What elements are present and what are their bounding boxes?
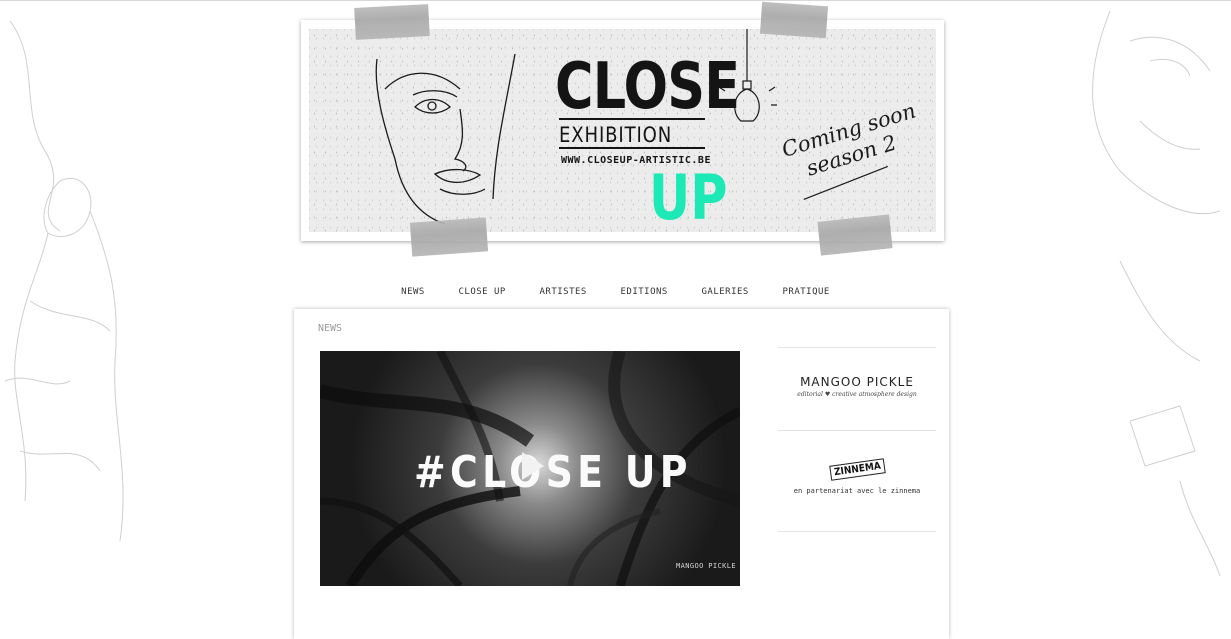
banner-paper: CLOSE EXHIBITION WWW.CLOSEUP-ARTISTIC.BE… — [309, 29, 936, 232]
title-exhibition: EXHIBITION — [559, 123, 673, 147]
header-banner: CLOSE EXHIBITION WWW.CLOSEUP-ARTISTIC.BE… — [301, 1, 944, 257]
title-close: CLOSE — [555, 50, 740, 124]
sidebar-divider-1 — [778, 347, 936, 348]
sponsor-zinnema: ZINNEMA en partenariat avec le zinnema — [778, 457, 936, 495]
nav-item-galeries[interactable]: GALERIES — [701, 287, 748, 297]
nav-item-news[interactable]: NEWS — [401, 287, 425, 297]
sponsor-mangoo-pickle-name: MANGOO PICKLE — [800, 375, 914, 389]
title-up: UP — [649, 161, 728, 234]
main-nav: NEWS CLOSE UP ARTISTES EDITIONS GALERIES… — [0, 279, 1231, 298]
face-drawing — [375, 53, 516, 225]
zinnema-caption: en partenariat avec le zinnema — [793, 487, 921, 495]
video-watermark: MANGOO PICKLE — [676, 562, 736, 570]
nav-item-artistes[interactable]: ARTISTES — [539, 287, 586, 297]
sponsor-mangoo-pickle-tagline: editorial ♥ creative atmosphere design — [797, 391, 917, 398]
section-title: NEWS — [318, 323, 343, 334]
tape-bottom-left — [409, 217, 489, 257]
sidebar-divider-3 — [778, 531, 936, 532]
video-overlay-title: #CLOSE UP — [414, 447, 692, 498]
nav-item-editions[interactable]: EDITIONS — [620, 287, 667, 297]
tape-top-right — [759, 1, 829, 39]
video-player[interactable]: #CLOSE UP MANGOO PICKLE — [320, 351, 740, 586]
nav-item-pratique[interactable]: PRATIQUE — [782, 287, 829, 297]
title-rule-top — [559, 118, 705, 120]
tape-bottom-right — [817, 214, 893, 256]
coming-soon-text: Coming soon season 2 — [779, 98, 935, 211]
sidebar-divider-2 — [778, 430, 936, 431]
title-rule-bottom — [559, 147, 705, 149]
sponsor-mangoo-pickle[interactable]: MANGOO PICKLE editorial ♥ creative atmos… — [778, 375, 936, 398]
play-icon[interactable] — [522, 452, 544, 480]
content-card: NEWS #CLOSE UP MANGOO PICKLE MANGOO PICK… — [294, 309, 949, 639]
nav-item-close-up[interactable]: CLOSE UP — [458, 287, 505, 297]
zinnema-logo[interactable]: ZINNEMA — [828, 458, 886, 481]
tape-top-left — [354, 4, 430, 40]
